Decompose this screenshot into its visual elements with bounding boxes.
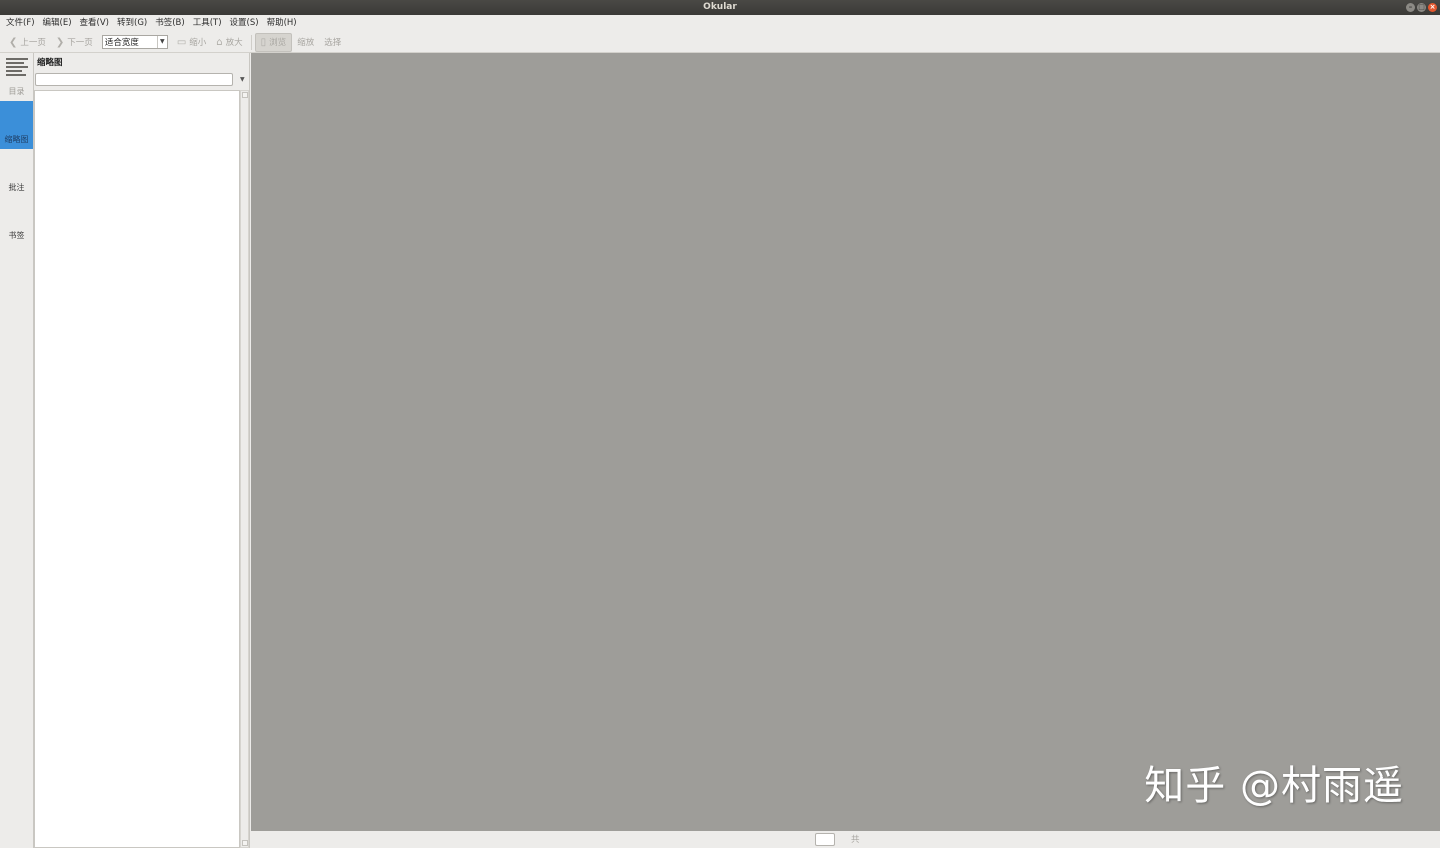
page-number-input[interactable] bbox=[815, 833, 835, 846]
window-title: Okular bbox=[703, 2, 737, 12]
scroll-up-arrow[interactable] bbox=[242, 92, 248, 98]
sidebar-item-annotations[interactable]: 批注 bbox=[0, 149, 33, 197]
filter-options-arrow-icon[interactable]: ▼ bbox=[240, 76, 245, 83]
zoom-in-icon: ⌂ bbox=[216, 36, 223, 48]
zoom-out-icon: ▭ bbox=[176, 36, 187, 48]
menu-edit[interactable]: 编辑(E) bbox=[39, 15, 76, 32]
chevron-down-icon[interactable]: ▼ bbox=[156, 36, 167, 48]
select-tool-button[interactable]: 选择 bbox=[319, 33, 346, 52]
minimize-button[interactable]: – bbox=[1406, 3, 1415, 12]
window-titlebar: Okular – □ × bbox=[0, 0, 1440, 15]
page-navigation-bar: 共 bbox=[251, 831, 1440, 848]
zoom-out-button[interactable]: ▭ 缩小 bbox=[172, 33, 211, 52]
next-page-label: 下一页 bbox=[67, 38, 93, 48]
watermark: 知乎 @村雨遥 bbox=[1144, 763, 1404, 809]
menu-help[interactable]: 帮助(H) bbox=[263, 15, 301, 32]
menubar: 文件(F) 编辑(E) 查看(V) 转到(G) 书签(B) 工具(T) 设置(S… bbox=[0, 15, 1440, 32]
document-view[interactable]: 知乎 @村雨遥 bbox=[251, 53, 1440, 831]
sidebar-tabs: 目录 缩略图 批注 书签 bbox=[0, 53, 34, 848]
menu-bookmarks[interactable]: 书签(B) bbox=[151, 15, 188, 32]
sidebar-item-thumbnails[interactable]: 缩略图 bbox=[0, 101, 33, 149]
scroll-down-arrow[interactable] bbox=[242, 840, 248, 846]
minimize-icon: – bbox=[1408, 3, 1413, 11]
zoom-tool-button[interactable]: 缩放 bbox=[292, 33, 319, 52]
zoom-out-label: 缩小 bbox=[189, 38, 207, 48]
next-page-button[interactable]: ❯ 下一页 bbox=[51, 33, 98, 52]
sidebar-item-label: 批注 bbox=[8, 183, 25, 192]
toolbar-separator bbox=[250, 34, 252, 50]
thumbnail-scrollbar[interactable] bbox=[240, 90, 249, 848]
menu-tools[interactable]: 工具(T) bbox=[189, 15, 226, 32]
zoom-select[interactable]: 适合宽度 ▼ bbox=[101, 35, 168, 49]
thumbnail-list[interactable] bbox=[34, 90, 240, 848]
browse-tool-label: 浏览 bbox=[269, 38, 287, 48]
menu-settings[interactable]: 设置(S) bbox=[226, 15, 263, 32]
sidebar-item-bookmarks[interactable]: 书签 bbox=[0, 197, 33, 245]
maximize-button[interactable]: □ bbox=[1417, 3, 1426, 12]
previous-page-button[interactable]: ❮ 上一页 bbox=[4, 33, 51, 52]
sidebar-item-contents[interactable]: 目录 bbox=[0, 53, 33, 101]
page-total-label: 共 bbox=[851, 835, 860, 845]
menu-go[interactable]: 转到(G) bbox=[113, 15, 151, 32]
zoom-in-label: 放大 bbox=[225, 38, 243, 48]
sidebar-item-label: 书签 bbox=[8, 231, 25, 240]
maximize-icon: □ bbox=[1418, 3, 1425, 11]
zoom-in-button[interactable]: ⌂ 放大 bbox=[211, 33, 247, 52]
mouse-icon: ▯ bbox=[260, 36, 267, 48]
thumbnails-panel: 缩略图 ▼ bbox=[34, 53, 250, 848]
previous-page-label: 上一页 bbox=[20, 38, 46, 48]
zoom-tool-label: 缩放 bbox=[297, 38, 315, 48]
window-controls: – □ × bbox=[1406, 3, 1437, 12]
select-tool-label: 选择 bbox=[324, 38, 342, 48]
menu-file[interactable]: 文件(F) bbox=[2, 15, 39, 32]
sidebar-item-label: 缩略图 bbox=[4, 135, 29, 144]
chevron-right-icon: ❯ bbox=[55, 36, 65, 48]
panel-title: 缩略图 bbox=[37, 58, 63, 68]
browse-tool-button[interactable]: ▯ 浏览 bbox=[254, 32, 293, 52]
chevron-left-icon: ❮ bbox=[9, 36, 18, 48]
close-icon: × bbox=[1429, 3, 1436, 11]
close-button[interactable]: × bbox=[1428, 3, 1437, 12]
sidebar-item-label: 目录 bbox=[8, 87, 25, 96]
zoom-select-value: 适合宽度 bbox=[104, 38, 139, 48]
thumbnail-filter-input[interactable] bbox=[35, 73, 233, 86]
toc-icon bbox=[5, 58, 28, 78]
menu-view[interactable]: 查看(V) bbox=[76, 15, 113, 32]
main-toolbar: ❮ 上一页 ❯ 下一页 适合宽度 ▼ ▭ 缩小 ⌂ 放大 ▯ 浏览 缩放 选择 bbox=[0, 32, 1440, 53]
